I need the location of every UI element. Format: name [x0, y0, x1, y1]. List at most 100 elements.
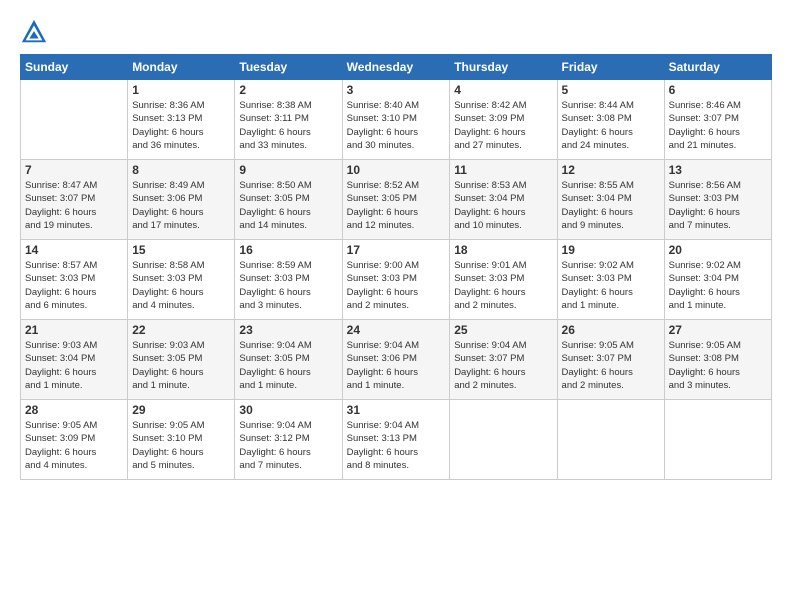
calendar-week-row: 14 Sunrise: 8:57 AM Sunset: 3:03 PM Dayli…	[21, 240, 772, 320]
calendar-day-cell: 18Sunrise: 9:01 AM Sunset: 3:03 PM Dayli…	[450, 240, 557, 320]
day-number: 1	[132, 83, 230, 97]
day-number: 27	[669, 323, 767, 337]
day-info: Sunrise: 8:53 AM Sunset: 3:04 PM Dayligh…	[454, 179, 552, 232]
day-info: Sunrise: 8:59 AM Sunset: 3:03 PM Dayligh…	[239, 259, 337, 312]
calendar-day-cell: 30Sunrise: 9:04 AM Sunset: 3:12 PM Dayli…	[235, 400, 342, 480]
day-info: Sunrise: 8:57 AM Sunset: 3:03 PM Dayligh…	[25, 259, 123, 312]
day-info: Sunrise: 8:42 AM Sunset: 3:09 PM Dayligh…	[454, 99, 552, 152]
day-info: Sunrise: 8:40 AM Sunset: 3:10 PM Dayligh…	[347, 99, 446, 152]
calendar-day-cell: 25 Sunrise: 9:04 AM Sunset: 3:07 PM Dayli…	[450, 320, 557, 400]
logo-icon	[20, 18, 48, 46]
calendar-day-cell	[557, 400, 664, 480]
day-number: 2	[239, 83, 337, 97]
weekday-header: Friday	[557, 55, 664, 80]
calendar-day-cell: 20Sunrise: 9:02 AM Sunset: 3:04 PM Dayli…	[664, 240, 771, 320]
day-info: Sunrise: 9:00 AM Sunset: 3:03 PM Dayligh…	[347, 259, 446, 312]
page-container: SundayMondayTuesdayWednesdayThursdayFrid…	[0, 0, 792, 612]
calendar-day-cell: 10 Sunrise: 8:52 AM Sunset: 3:05 PM Dayli…	[342, 160, 450, 240]
calendar-day-cell: 16Sunrise: 8:59 AM Sunset: 3:03 PM Dayli…	[235, 240, 342, 320]
day-number: 22	[132, 323, 230, 337]
day-number: 26	[562, 323, 660, 337]
day-number: 9	[239, 163, 337, 177]
calendar-day-cell: 12 Sunrise: 8:55 AM Sunset: 3:04 PM Dayli…	[557, 160, 664, 240]
calendar-day-cell: 2 Sunrise: 8:38 AM Sunset: 3:11 PM Daylig…	[235, 80, 342, 160]
day-info: Sunrise: 8:36 AM Sunset: 3:13 PM Dayligh…	[132, 99, 230, 152]
calendar-day-cell: 22 Sunrise: 9:03 AM Sunset: 3:05 PM Dayli…	[128, 320, 235, 400]
calendar-day-cell: 29 Sunrise: 9:05 AM Sunset: 3:10 PM Dayli…	[128, 400, 235, 480]
day-info: Sunrise: 9:04 AM Sunset: 3:05 PM Dayligh…	[239, 339, 337, 392]
day-number: 10	[347, 163, 446, 177]
day-number: 23	[239, 323, 337, 337]
day-number: 20	[669, 243, 767, 257]
day-number: 8	[132, 163, 230, 177]
logo	[20, 18, 52, 46]
calendar-week-row: 7 Sunrise: 8:47 AM Sunset: 3:07 PM Daylig…	[21, 160, 772, 240]
calendar-day-cell: 4 Sunrise: 8:42 AM Sunset: 3:09 PM Daylig…	[450, 80, 557, 160]
calendar-header-row: SundayMondayTuesdayWednesdayThursdayFrid…	[21, 55, 772, 80]
day-info: Sunrise: 9:03 AM Sunset: 3:04 PM Dayligh…	[25, 339, 123, 392]
calendar-day-cell	[21, 80, 128, 160]
day-info: Sunrise: 9:03 AM Sunset: 3:05 PM Dayligh…	[132, 339, 230, 392]
day-number: 25	[454, 323, 552, 337]
calendar-week-row: 28Sunrise: 9:05 AM Sunset: 3:09 PM Dayli…	[21, 400, 772, 480]
calendar-day-cell: 8 Sunrise: 8:49 AM Sunset: 3:06 PM Daylig…	[128, 160, 235, 240]
day-number: 11	[454, 163, 552, 177]
calendar-day-cell: 13 Sunrise: 8:56 AM Sunset: 3:03 PM Dayli…	[664, 160, 771, 240]
calendar-day-cell: 14 Sunrise: 8:57 AM Sunset: 3:03 PM Dayli…	[21, 240, 128, 320]
calendar-day-cell: 31Sunrise: 9:04 AM Sunset: 3:13 PM Dayli…	[342, 400, 450, 480]
calendar-day-cell: 3 Sunrise: 8:40 AM Sunset: 3:10 PM Daylig…	[342, 80, 450, 160]
day-info: Sunrise: 8:47 AM Sunset: 3:07 PM Dayligh…	[25, 179, 123, 232]
day-number: 14	[25, 243, 123, 257]
calendar-week-row: 21 Sunrise: 9:03 AM Sunset: 3:04 PM Dayli…	[21, 320, 772, 400]
calendar-day-cell: 24 Sunrise: 9:04 AM Sunset: 3:06 PM Dayli…	[342, 320, 450, 400]
day-number: 28	[25, 403, 123, 417]
day-number: 18	[454, 243, 552, 257]
calendar-day-cell: 15Sunrise: 8:58 AM Sunset: 3:03 PM Dayli…	[128, 240, 235, 320]
day-number: 13	[669, 163, 767, 177]
day-number: 12	[562, 163, 660, 177]
calendar-day-cell: 27 Sunrise: 9:05 AM Sunset: 3:08 PM Dayli…	[664, 320, 771, 400]
calendar-table: SundayMondayTuesdayWednesdayThursdayFrid…	[20, 54, 772, 480]
calendar-day-cell: 11 Sunrise: 8:53 AM Sunset: 3:04 PM Dayli…	[450, 160, 557, 240]
day-info: Sunrise: 9:05 AM Sunset: 3:08 PM Dayligh…	[669, 339, 767, 392]
day-info: Sunrise: 9:02 AM Sunset: 3:03 PM Dayligh…	[562, 259, 660, 312]
day-info: Sunrise: 9:04 AM Sunset: 3:07 PM Dayligh…	[454, 339, 552, 392]
day-info: Sunrise: 8:38 AM Sunset: 3:11 PM Dayligh…	[239, 99, 337, 152]
day-info: Sunrise: 8:46 AM Sunset: 3:07 PM Dayligh…	[669, 99, 767, 152]
day-info: Sunrise: 9:05 AM Sunset: 3:10 PM Dayligh…	[132, 419, 230, 472]
day-info: Sunrise: 8:56 AM Sunset: 3:03 PM Dayligh…	[669, 179, 767, 232]
calendar-day-cell: 5Sunrise: 8:44 AM Sunset: 3:08 PM Daylig…	[557, 80, 664, 160]
day-number: 21	[25, 323, 123, 337]
day-info: Sunrise: 8:50 AM Sunset: 3:05 PM Dayligh…	[239, 179, 337, 232]
calendar-day-cell	[664, 400, 771, 480]
day-number: 19	[562, 243, 660, 257]
calendar-day-cell: 19 Sunrise: 9:02 AM Sunset: 3:03 PM Dayli…	[557, 240, 664, 320]
day-info: Sunrise: 8:52 AM Sunset: 3:05 PM Dayligh…	[347, 179, 446, 232]
day-number: 17	[347, 243, 446, 257]
day-number: 4	[454, 83, 552, 97]
day-info: Sunrise: 8:49 AM Sunset: 3:06 PM Dayligh…	[132, 179, 230, 232]
day-info: Sunrise: 9:04 AM Sunset: 3:13 PM Dayligh…	[347, 419, 446, 472]
day-number: 24	[347, 323, 446, 337]
calendar-day-cell: 28Sunrise: 9:05 AM Sunset: 3:09 PM Dayli…	[21, 400, 128, 480]
weekday-header: Wednesday	[342, 55, 450, 80]
calendar-week-row: 1 Sunrise: 8:36 AM Sunset: 3:13 PM Daylig…	[21, 80, 772, 160]
weekday-header: Sunday	[21, 55, 128, 80]
day-number: 3	[347, 83, 446, 97]
calendar-day-cell: 6 Sunrise: 8:46 AM Sunset: 3:07 PM Daylig…	[664, 80, 771, 160]
calendar-day-cell: 21 Sunrise: 9:03 AM Sunset: 3:04 PM Dayli…	[21, 320, 128, 400]
calendar-day-cell: 1 Sunrise: 8:36 AM Sunset: 3:13 PM Daylig…	[128, 80, 235, 160]
page-header	[20, 18, 772, 46]
day-info: Sunrise: 8:58 AM Sunset: 3:03 PM Dayligh…	[132, 259, 230, 312]
calendar-day-cell: 23 Sunrise: 9:04 AM Sunset: 3:05 PM Dayli…	[235, 320, 342, 400]
day-number: 29	[132, 403, 230, 417]
weekday-header: Saturday	[664, 55, 771, 80]
day-info: Sunrise: 9:04 AM Sunset: 3:12 PM Dayligh…	[239, 419, 337, 472]
day-number: 7	[25, 163, 123, 177]
day-info: Sunrise: 9:04 AM Sunset: 3:06 PM Dayligh…	[347, 339, 446, 392]
day-info: Sunrise: 8:55 AM Sunset: 3:04 PM Dayligh…	[562, 179, 660, 232]
day-info: Sunrise: 8:44 AM Sunset: 3:08 PM Dayligh…	[562, 99, 660, 152]
day-number: 6	[669, 83, 767, 97]
calendar-day-cell: 26Sunrise: 9:05 AM Sunset: 3:07 PM Dayli…	[557, 320, 664, 400]
weekday-header: Thursday	[450, 55, 557, 80]
